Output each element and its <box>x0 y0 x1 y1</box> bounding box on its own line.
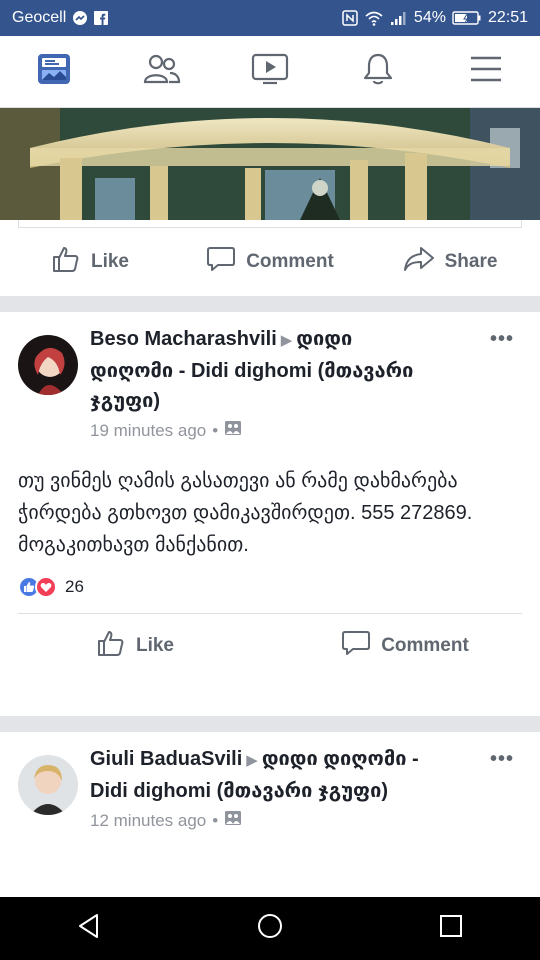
messenger-icon <box>72 10 88 26</box>
comment-label: Comment <box>246 251 334 272</box>
back-icon[interactable] <box>77 913 101 944</box>
comment-icon <box>341 629 371 663</box>
tab-watch[interactable] <box>240 42 300 102</box>
top-navigation <box>0 36 540 108</box>
watch-icon <box>251 53 289 90</box>
tab-news-feed[interactable] <box>24 42 84 102</box>
recents-icon[interactable] <box>439 914 463 943</box>
arrow-right-icon: ▶ <box>280 332 293 349</box>
carrier-name: Geocell <box>12 9 67 26</box>
signal-icon <box>390 10 408 26</box>
reaction-count: 26 <box>65 577 84 596</box>
author-avatar[interactable] <box>18 755 78 815</box>
like-button[interactable]: Like <box>0 628 270 664</box>
author-name[interactable]: Giuli BaduaSvili <box>90 748 242 770</box>
clock: 22:51 <box>487 9 528 26</box>
feed-divider <box>0 296 540 312</box>
menu-icon <box>469 54 503 89</box>
news-feed[interactable]: Like Comment Share Beso Macharashvili ▶ … <box>0 108 540 897</box>
post-time[interactable]: 12 minutes ago <box>90 811 206 831</box>
arrow-right-icon: ▶ <box>246 752 258 769</box>
comment-icon <box>206 245 236 279</box>
post-time[interactable]: 19 minutes ago <box>90 421 206 441</box>
author-avatar[interactable] <box>18 335 78 395</box>
love-reaction-icon <box>35 576 57 598</box>
nfc-icon <box>342 10 358 26</box>
image-border <box>18 220 522 228</box>
comment-button[interactable]: Comment <box>180 245 360 279</box>
comment-button[interactable]: Comment <box>270 629 540 663</box>
reactions-summary[interactable]: 26 <box>0 561 540 599</box>
comment-label: Comment <box>381 635 469 656</box>
feed-divider <box>0 716 540 732</box>
wifi-icon <box>364 10 384 26</box>
system-navigation-bar <box>0 897 540 960</box>
share-icon <box>403 245 435 279</box>
home-icon[interactable] <box>256 912 284 945</box>
news-feed-icon <box>37 53 71 90</box>
notifications-icon <box>361 52 395 91</box>
thumbs-up-icon <box>96 628 126 664</box>
tab-friends[interactable] <box>132 42 192 102</box>
like-label: Like <box>135 635 175 656</box>
battery-icon <box>452 10 482 26</box>
more-options-icon[interactable]: ••• <box>490 748 514 771</box>
group-privacy-icon <box>224 810 242 831</box>
battery-percent: 54% <box>413 9 446 26</box>
post-card: Like Comment Share <box>0 108 540 296</box>
share-button[interactable]: Share <box>360 245 540 279</box>
author-name[interactable]: Beso Macharashvili <box>90 328 277 350</box>
tab-notifications[interactable] <box>348 42 408 102</box>
facebook-icon <box>94 11 109 25</box>
status-bar: Geocell 54% 22:51 <box>0 0 540 36</box>
post-image[interactable] <box>0 108 540 220</box>
post-card: Beso Macharashvili ▶ დიდი დიღომი - Didi di… <box>0 312 540 716</box>
friends-icon <box>143 53 181 90</box>
post-card: Giuli BaduaSvili ▶ დიდი დიღომი - Didi digh… <box>0 732 540 897</box>
post-text: თუ ვინმეს ღამის გასათევი ან რამე დახმარე… <box>18 470 473 556</box>
share-label: Share <box>444 251 498 272</box>
like-button[interactable]: Like <box>0 244 180 280</box>
tab-menu[interactable] <box>456 42 516 102</box>
like-label: Like <box>90 251 130 272</box>
group-privacy-icon <box>224 420 242 441</box>
more-options-icon[interactable]: ••• <box>490 328 514 351</box>
thumbs-up-icon <box>51 244 81 280</box>
